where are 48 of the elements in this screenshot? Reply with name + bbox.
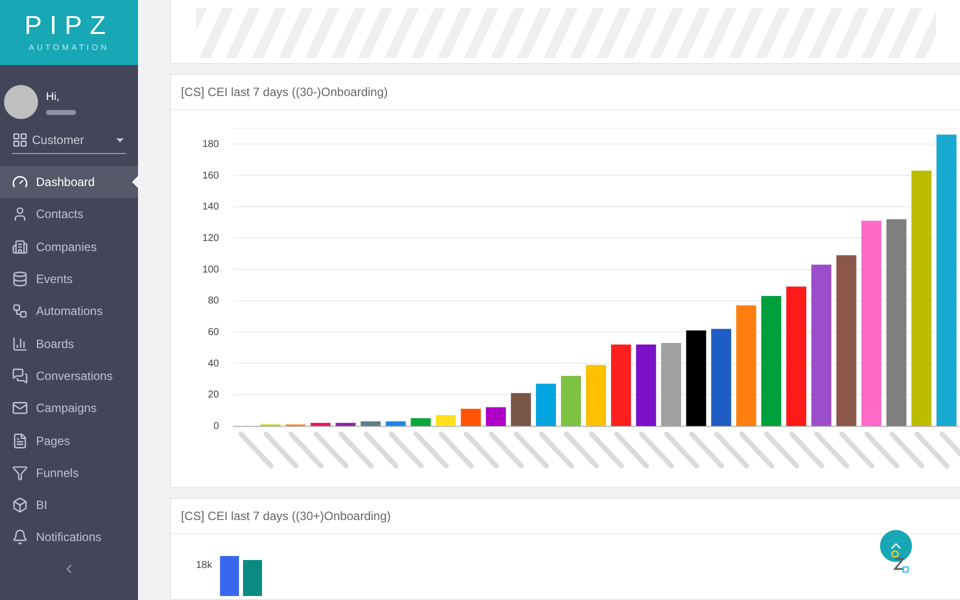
grid-icon xyxy=(12,132,28,148)
gauge-icon xyxy=(12,174,28,190)
building-icon xyxy=(12,238,28,255)
axis-tick-label: 80 xyxy=(208,295,219,306)
greeting-text: Hi, xyxy=(46,90,60,106)
sidebar-item[interactable]: Campaigns xyxy=(0,392,138,424)
bar xyxy=(220,556,240,596)
sidebar-item[interactable]: Events xyxy=(0,262,138,296)
active-pointer xyxy=(132,176,138,188)
logo-mark-icon xyxy=(890,550,910,574)
logo-text: PIPZ xyxy=(24,12,114,38)
sidebar-item[interactable]: BI xyxy=(0,488,138,522)
cube-icon xyxy=(12,497,28,514)
nodes-icon xyxy=(12,303,28,320)
axis-tick-label: 60 xyxy=(208,326,219,338)
blurred-name xyxy=(46,110,76,115)
bar xyxy=(243,560,262,596)
axis-tick-label: 180 xyxy=(202,138,219,150)
axis-tick-label: 120 xyxy=(202,232,219,244)
sidebar-item[interactable]: Dashboard xyxy=(0,166,138,198)
sidebar-item[interactable]: Notifications xyxy=(0,521,138,554)
database-icon xyxy=(12,271,28,288)
chart-icon xyxy=(12,336,28,352)
mail-icon xyxy=(12,400,28,416)
axis-tick-label: 140 xyxy=(202,201,219,212)
chart-title: [CS] CEI last 7 days ((30+)Onboarding) xyxy=(181,508,391,524)
axis-tick-label: 0 xyxy=(213,420,219,432)
sidebar-item[interactable]: Companies xyxy=(0,230,138,263)
sidebar-item[interactable]: Automations xyxy=(0,295,138,328)
logo-tagline: AUTOMATION xyxy=(28,42,110,54)
account-select[interactable]: Customer xyxy=(12,131,126,154)
axis-tick-label: 18k xyxy=(196,558,212,572)
axis-tick-label: 160 xyxy=(202,170,219,181)
sidebar-item[interactable]: Boards xyxy=(0,327,138,360)
axis-tick-label: 20 xyxy=(208,389,219,400)
avatar xyxy=(4,85,38,119)
bell-icon xyxy=(12,529,28,546)
user-icon xyxy=(12,206,28,222)
sidebar-item[interactable]: Contacts xyxy=(0,198,138,231)
chat-icon xyxy=(12,368,28,384)
axis-tick-label: 100 xyxy=(202,264,219,275)
sidebar-item[interactable]: Funnels xyxy=(0,456,138,489)
document-icon xyxy=(12,432,28,449)
sidebar-item[interactable]: Pages xyxy=(0,424,138,457)
chart-title: [CS] CEI last 7 days ((30-)Onboarding) xyxy=(181,84,388,100)
funnel-icon xyxy=(12,464,28,481)
axis-tick-label: 40 xyxy=(208,358,219,369)
sidebar-item[interactable]: Conversations xyxy=(0,360,138,392)
